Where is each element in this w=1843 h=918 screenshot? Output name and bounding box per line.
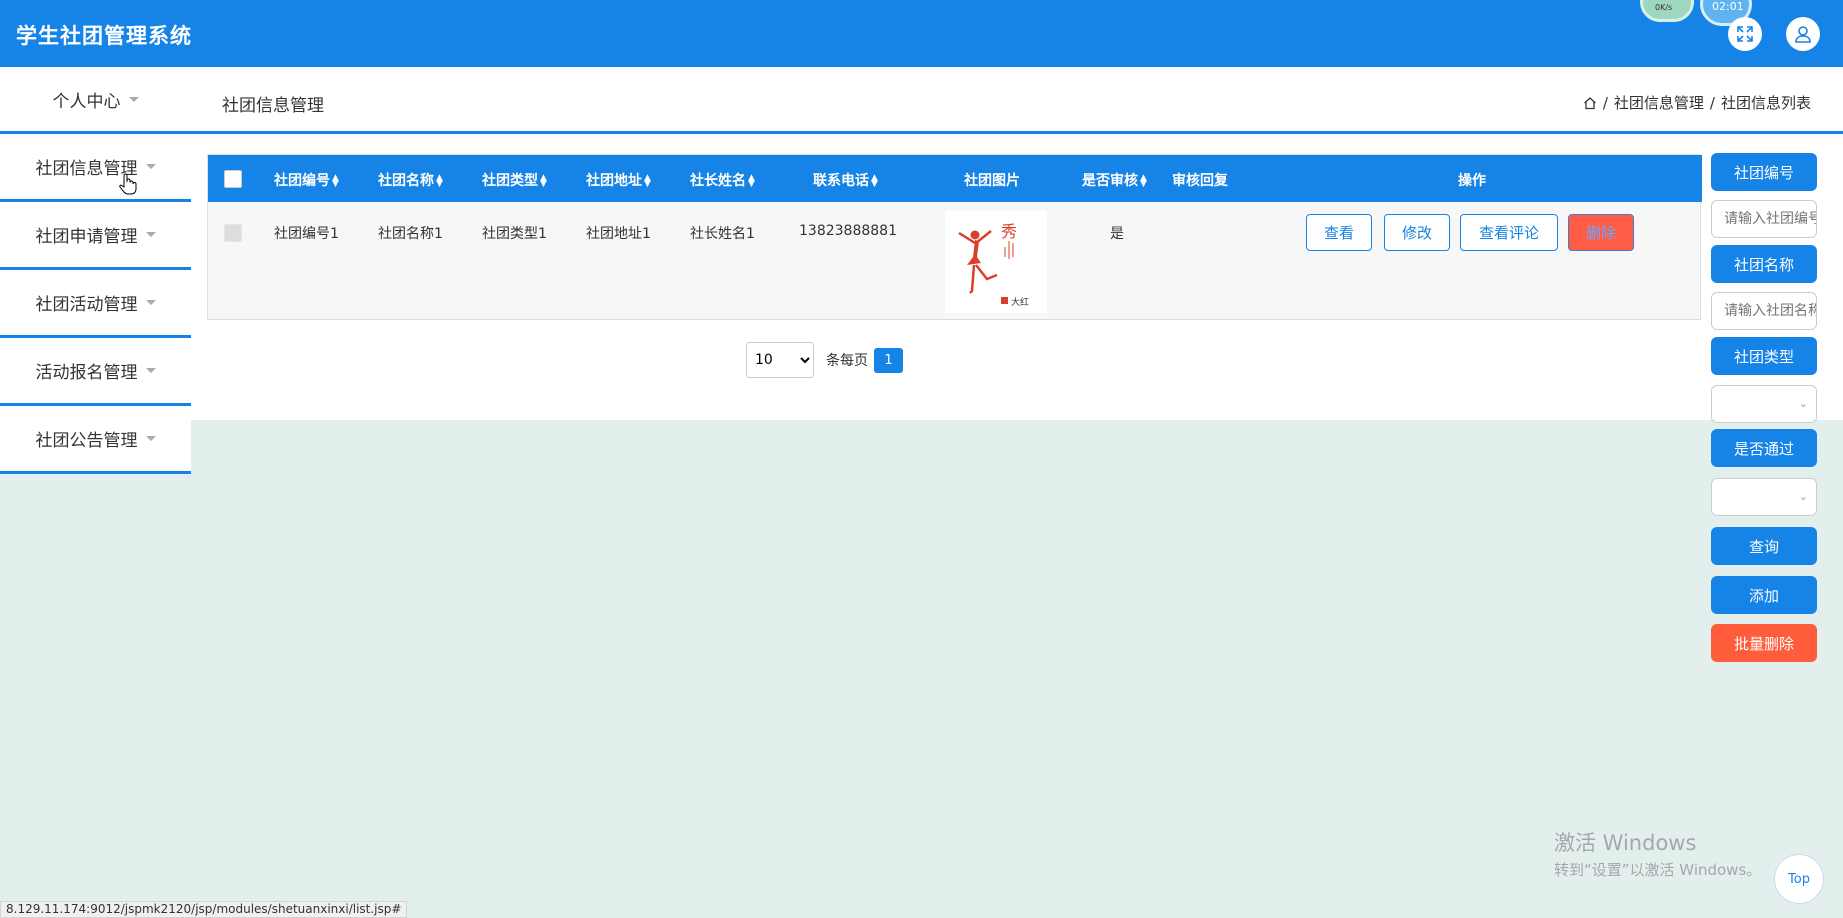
caret-down-icon: [145, 300, 156, 305]
breadcrumb: / 社团信息管理 / 社团信息列表: [1583, 92, 1811, 113]
pagination: 10 条每页 1: [746, 342, 903, 378]
breadcrumb-item: 社团信息列表: [1720, 94, 1811, 112]
sidebar-item-club-application[interactable]: 社团申请管理: [0, 202, 191, 270]
sort-icon: ▲ ▼: [540, 173, 547, 189]
club-type-label: 社团类型: [1711, 337, 1817, 375]
column-header[interactable]: 社团名称 ▲ ▼: [378, 170, 443, 190]
cell-phone: 13823888881: [799, 223, 897, 239]
sidebar-item-club-activity[interactable]: 社团活动管理: [0, 270, 191, 338]
view-comments-button[interactable]: 查看评论: [1460, 214, 1558, 251]
page-title: 社团信息管理: [222, 96, 324, 116]
column-header: 操作: [1458, 173, 1486, 189]
chevron-down-icon: ⌄: [1798, 490, 1808, 503]
row-checkbox[interactable]: [224, 224, 242, 242]
club-image: 秀 大红: [945, 211, 1047, 313]
column-header[interactable]: 社长姓名 ▲ ▼: [690, 170, 755, 190]
breadcrumb-separator: /: [1602, 93, 1608, 112]
column-header[interactable]: 社团类型 ▲ ▼: [482, 170, 547, 190]
cell-leader: 社长姓名1: [690, 226, 755, 242]
page-button-current[interactable]: 1: [874, 347, 903, 373]
dancer-image: 秀: [958, 222, 1017, 304]
windows-activation-watermark: 激活 Windows 转到“设置”以激活 Windows。: [1554, 827, 1761, 880]
sort-icon: ▲ ▼: [644, 173, 651, 189]
back-to-top-button[interactable]: Top: [1774, 854, 1824, 904]
per-page-label: 条每页: [826, 353, 868, 369]
clock-text: 02:01: [1712, 0, 1744, 13]
network-speed-widget: 0K/s: [1640, 0, 1694, 22]
sidebar-item-club-notice[interactable]: 社团公告管理: [0, 406, 191, 474]
club-code-input[interactable]: [1711, 200, 1817, 238]
cell-name: 社团名称1: [378, 226, 443, 242]
view-button[interactable]: 查看: [1306, 214, 1372, 251]
caret-down-icon: [145, 368, 156, 373]
sort-icon: ▲ ▼: [871, 173, 878, 189]
sidebar-item-label: 社团申请管理: [35, 227, 138, 247]
user-menu-button[interactable]: [1786, 17, 1820, 51]
image-caption: 大红: [1011, 298, 1030, 308]
caret-down-icon: [145, 164, 156, 169]
column-header: 社团图片: [964, 173, 1020, 189]
add-button[interactable]: 添加: [1711, 576, 1817, 614]
club-code-label: 社团编号: [1711, 153, 1817, 191]
sort-icon: ▲ ▼: [436, 173, 443, 189]
sidebar-item-profile[interactable]: 个人中心: [0, 67, 191, 134]
delete-button[interactable]: 删除: [1568, 214, 1634, 251]
pass-status-select[interactable]: ⌄: [1711, 478, 1817, 516]
page-size-select[interactable]: 10: [746, 342, 814, 378]
column-header[interactable]: 是否审核 ▲ ▼: [1082, 170, 1147, 190]
cell-type: 社团类型1: [482, 226, 547, 242]
cell-address: 社团地址1: [586, 226, 651, 242]
club-type-select[interactable]: ⌄: [1711, 385, 1817, 423]
caret-down-icon: [128, 96, 139, 102]
cell-code: 社团编号1: [274, 226, 339, 242]
hand-cursor-icon: [119, 173, 137, 195]
caret-down-icon: [145, 232, 156, 237]
club-name-input[interactable]: [1711, 292, 1817, 330]
pass-status-label: 是否通过: [1711, 429, 1817, 467]
sidebar-item-label: 活动报名管理: [35, 363, 138, 383]
breadcrumb-bar: 社团信息管理 / 社团信息管理 / 社团信息列表: [191, 67, 1843, 134]
breadcrumb-item[interactable]: 社团信息管理: [1614, 92, 1704, 113]
expand-icon: [1737, 26, 1753, 42]
sort-icon: ▲ ▼: [1140, 173, 1147, 189]
network-speed-text: 0K/s: [1655, 3, 1673, 12]
sidebar-item-label: 个人中心: [52, 91, 121, 112]
column-header: 审核回复: [1172, 173, 1228, 189]
fullscreen-button[interactable]: [1728, 17, 1762, 51]
top-navbar: 学生社团管理系统 0K/s 02:01: [0, 0, 1843, 67]
watermark-title: 激活 Windows: [1554, 831, 1697, 855]
column-header[interactable]: 联系电话 ▲ ▼: [813, 170, 878, 190]
home-icon[interactable]: [1583, 96, 1597, 110]
sidebar-item-activity-signup[interactable]: 活动报名管理: [0, 338, 191, 406]
select-all-checkbox[interactable]: [224, 170, 242, 188]
sort-icon: ▲ ▼: [748, 173, 755, 189]
app-title: 学生社团管理系统: [16, 24, 192, 48]
column-header[interactable]: 社团地址 ▲ ▼: [586, 170, 651, 190]
browser-status-url: 8.129.11.174:9012/jspmk2120/jsp/modules/…: [0, 901, 408, 918]
edit-button[interactable]: 修改: [1384, 214, 1450, 251]
sidebar-item-label: 社团公告管理: [35, 431, 138, 451]
svg-text:秀: 秀: [1001, 222, 1017, 241]
data-table: 社团编号 ▲ ▼ 社团名称 ▲ ▼ 社团类型 ▲ ▼ 社团地址 ▲ ▼ 社长姓名 ▲ ▼ 联系电话 ▲…: [207, 154, 1702, 320]
column-header[interactable]: 社团编号 ▲ ▼: [274, 170, 339, 190]
breadcrumb-separator: /: [1709, 93, 1715, 112]
chevron-down-icon: ⌄: [1798, 397, 1808, 410]
sidebar: 个人中心 社团信息管理 社团申请管理 社团活动管理 活动报名管理 社团公告管理: [0, 67, 191, 474]
watermark-subtitle: 转到“设置”以激活 Windows。: [1554, 861, 1762, 879]
club-name-label: 社团名称: [1711, 245, 1817, 283]
sidebar-item-label: 社团活动管理: [35, 295, 138, 315]
user-icon: [1795, 26, 1811, 43]
batch-delete-button[interactable]: 批量删除: [1711, 624, 1817, 662]
caret-down-icon: [145, 436, 156, 441]
cell-reviewed: 是: [1110, 226, 1124, 242]
sidebar-item-club-info[interactable]: 社团信息管理: [0, 134, 191, 202]
query-button[interactable]: 查询: [1711, 527, 1817, 565]
table-header: 社团编号 ▲ ▼ 社团名称 ▲ ▼ 社团类型 ▲ ▼ 社团地址 ▲ ▼ 社长姓名 ▲ ▼ 联系电话 ▲…: [208, 155, 1702, 202]
sort-icon: ▲ ▼: [332, 173, 339, 189]
